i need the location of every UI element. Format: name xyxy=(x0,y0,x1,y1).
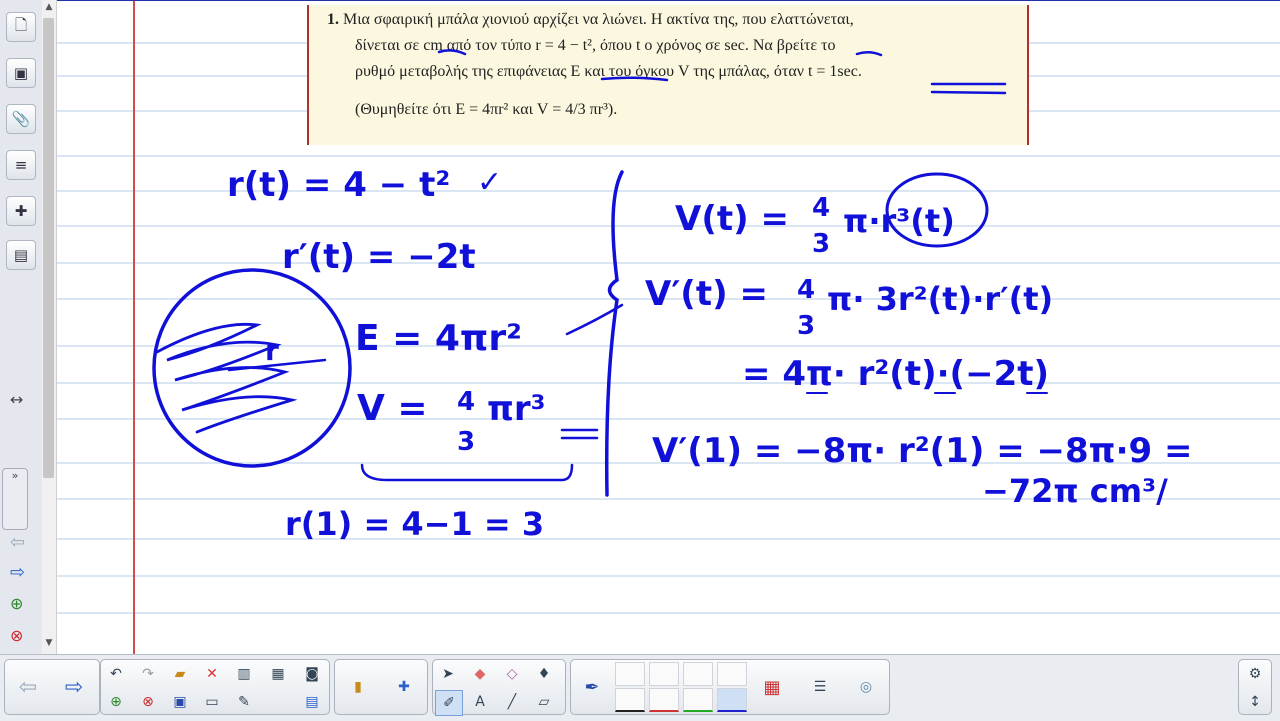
eq-vp-rest: π· 3r²(t)·r′(t) xyxy=(827,280,1053,318)
delete-icon[interactable]: ✕ xyxy=(199,662,225,686)
pen-swatch-3[interactable] xyxy=(683,662,713,686)
pen-swatch-blue[interactable] xyxy=(717,688,747,712)
open-file-icon[interactable]: ▰ xyxy=(167,662,193,686)
screen-shade-icon[interactable]: ▥ xyxy=(231,662,257,686)
text-tool-icon[interactable]: A xyxy=(467,690,493,714)
select-icon[interactable]: ➤ xyxy=(435,662,461,686)
pen-swatch-black[interactable] xyxy=(615,688,645,712)
double-chevron-icon: » xyxy=(11,469,19,482)
redo-icon[interactable]: ↷ xyxy=(135,662,161,686)
equals-mark xyxy=(560,428,599,440)
move-toolbar-icon[interactable]: ↕ xyxy=(1242,690,1268,714)
forward-arrow-icon[interactable]: ⇨ xyxy=(61,675,87,700)
ink-underline-cm xyxy=(437,49,467,56)
file-tools-group: ↶ ↷ ▰ ✕ ▥ ▦ ◙ ⊕ ⊗ ▣ ▭ ✎ ▤ xyxy=(100,659,330,715)
pen-swatch-4[interactable] xyxy=(717,662,747,686)
resize-icon[interactable]: ↔ xyxy=(10,390,23,409)
eq-r-of-t: r(t) = 4 − t² xyxy=(227,165,450,205)
ink-underline-t-2 xyxy=(930,90,1007,95)
fill-icon[interactable]: ♦ xyxy=(531,662,557,686)
circle-radius-label: r xyxy=(265,334,279,367)
bracket-under xyxy=(360,463,574,482)
addons-icon[interactable]: ✚ xyxy=(391,675,417,699)
eraser-icon[interactable]: ▱ xyxy=(531,690,557,714)
delete-page-icon[interactable]: ⊗ xyxy=(10,626,23,645)
gallery-icon[interactable]: ▣ xyxy=(6,58,36,88)
pen-style-group: ✒ ▦ ☰ ◎ xyxy=(570,659,890,715)
eq-final-result: −72π cm³/ xyxy=(982,472,1168,510)
eq-volume-rest: πr³ xyxy=(487,389,546,429)
toolbar-options-group: ⚙ ↕ xyxy=(1238,659,1272,715)
scroll-up-icon[interactable]: ▲ xyxy=(42,2,56,12)
back-arrow-icon[interactable]: ⇦ xyxy=(15,675,41,700)
line-tool-icon[interactable]: ╱ xyxy=(499,690,525,714)
eraser-tool-icon[interactable]: ◇ xyxy=(499,662,525,686)
eq-volume-den: 3 xyxy=(457,427,475,457)
eq-v-prime: V′(t) = xyxy=(645,274,768,314)
divider-curve xyxy=(604,170,624,497)
display-icon[interactable]: ▭ xyxy=(199,690,225,714)
add-page-icon[interactable]: ⊕ xyxy=(10,594,23,613)
remove-page-icon[interactable]: ⊗ xyxy=(135,690,161,714)
eq-v-num: 4 xyxy=(812,193,830,223)
notebook-icon[interactable]: ▮ xyxy=(345,675,371,699)
eq-vp-num: 4 xyxy=(797,275,815,305)
eq-volume-lhs: V = xyxy=(357,388,428,429)
check-mark: ✓ xyxy=(477,165,502,200)
next-page-icon[interactable]: ⇨ xyxy=(10,562,25,583)
pen-swatch-2[interactable] xyxy=(649,662,679,686)
settings-icon[interactable]: ⚙ xyxy=(1242,662,1268,686)
notebook-icon[interactable]: ▤ xyxy=(6,240,36,270)
eq-vp-den: 3 xyxy=(797,311,815,341)
color-palette-icon[interactable]: ▦ xyxy=(759,675,785,699)
addons-icon[interactable]: ✚ xyxy=(6,196,36,226)
bottom-toolbar: ⇦ ⇨ ↶ ↷ ▰ ✕ ▥ ▦ ◙ ⊕ ⊗ ▣ ▭ ✎ ▤ ▮ ✚ ➤ ◆ ◇ … xyxy=(0,654,1280,721)
pen-tool-icon[interactable]: ✐ xyxy=(435,690,463,716)
pen-style-icon[interactable]: ✒ xyxy=(579,675,605,699)
transparency-icon[interactable]: ◎ xyxy=(853,675,879,699)
collapse-handle[interactable]: » xyxy=(2,468,28,530)
add-page-icon[interactable]: ⊕ xyxy=(103,690,129,714)
eq-v-prime-step: = 4π· r²(t)·(−2t) xyxy=(742,354,1049,394)
attachments-icon[interactable]: 📎 xyxy=(6,104,36,134)
scroll-thumb[interactable] xyxy=(43,18,54,478)
nav-group: ⇦ ⇨ xyxy=(4,659,100,715)
eq-surface: E = 4πr² xyxy=(355,318,522,359)
handwriting-layer[interactable]: r(t) = 4 − t² ✓ r′(t) = −2t r E = 4πr² V… xyxy=(57,0,1280,654)
shapes-icon[interactable]: ◆ xyxy=(467,662,493,686)
camera-icon[interactable]: ◙ xyxy=(299,662,325,686)
draw-tools-group: ➤ ◆ ◇ ♦ ✐ A ╱ ▱ xyxy=(432,659,566,716)
pen-swatch-1[interactable] xyxy=(615,662,645,686)
undo-icon[interactable]: ↶ xyxy=(103,662,129,686)
ink-underline-sec xyxy=(855,51,883,57)
sidebar-tools-group: ▮ ✚ xyxy=(334,659,428,715)
eq-r-of-1: r(1) = 4−1 = 3 xyxy=(285,505,544,543)
page-sorter-icon[interactable]: 🗋 xyxy=(6,12,36,42)
eq-v-prime-at-1: V′(1) = −8π· r²(1) = −8π·9 = xyxy=(652,431,1192,471)
previous-page-icon[interactable]: ⇦ xyxy=(10,532,25,553)
eq-v-of-t: V(t) = xyxy=(675,199,789,239)
eq-v-rest: π·r³(t) xyxy=(843,202,955,240)
pen-swatch-red[interactable] xyxy=(649,688,679,712)
properties-icon[interactable]: ≡ xyxy=(6,150,36,180)
ink-underline-E xyxy=(600,76,669,82)
save-icon[interactable]: ▣ xyxy=(167,690,193,714)
left-sidebar: 🗋 ▣ 📎 ≡ ✚ ▤ ↔ » ⇦ ⇨ ⊕ ⊗ xyxy=(0,0,43,654)
line-style-icon[interactable]: ☰ xyxy=(807,675,833,699)
eq-volume-num: 4 xyxy=(457,387,475,417)
pen-recognition-icon[interactable]: ✎ xyxy=(231,690,257,714)
pen-swatch-green[interactable] xyxy=(683,688,713,712)
scroll-down-icon[interactable]: ▼ xyxy=(42,638,56,648)
vertical-scrollbar[interactable]: ▲ ▼ xyxy=(42,0,57,654)
eq-v-den: 3 xyxy=(812,229,830,259)
record-icon[interactable]: ▤ xyxy=(299,690,325,714)
table-icon[interactable]: ▦ xyxy=(265,662,291,686)
eq-r-prime: r′(t) = −2t xyxy=(282,237,476,277)
